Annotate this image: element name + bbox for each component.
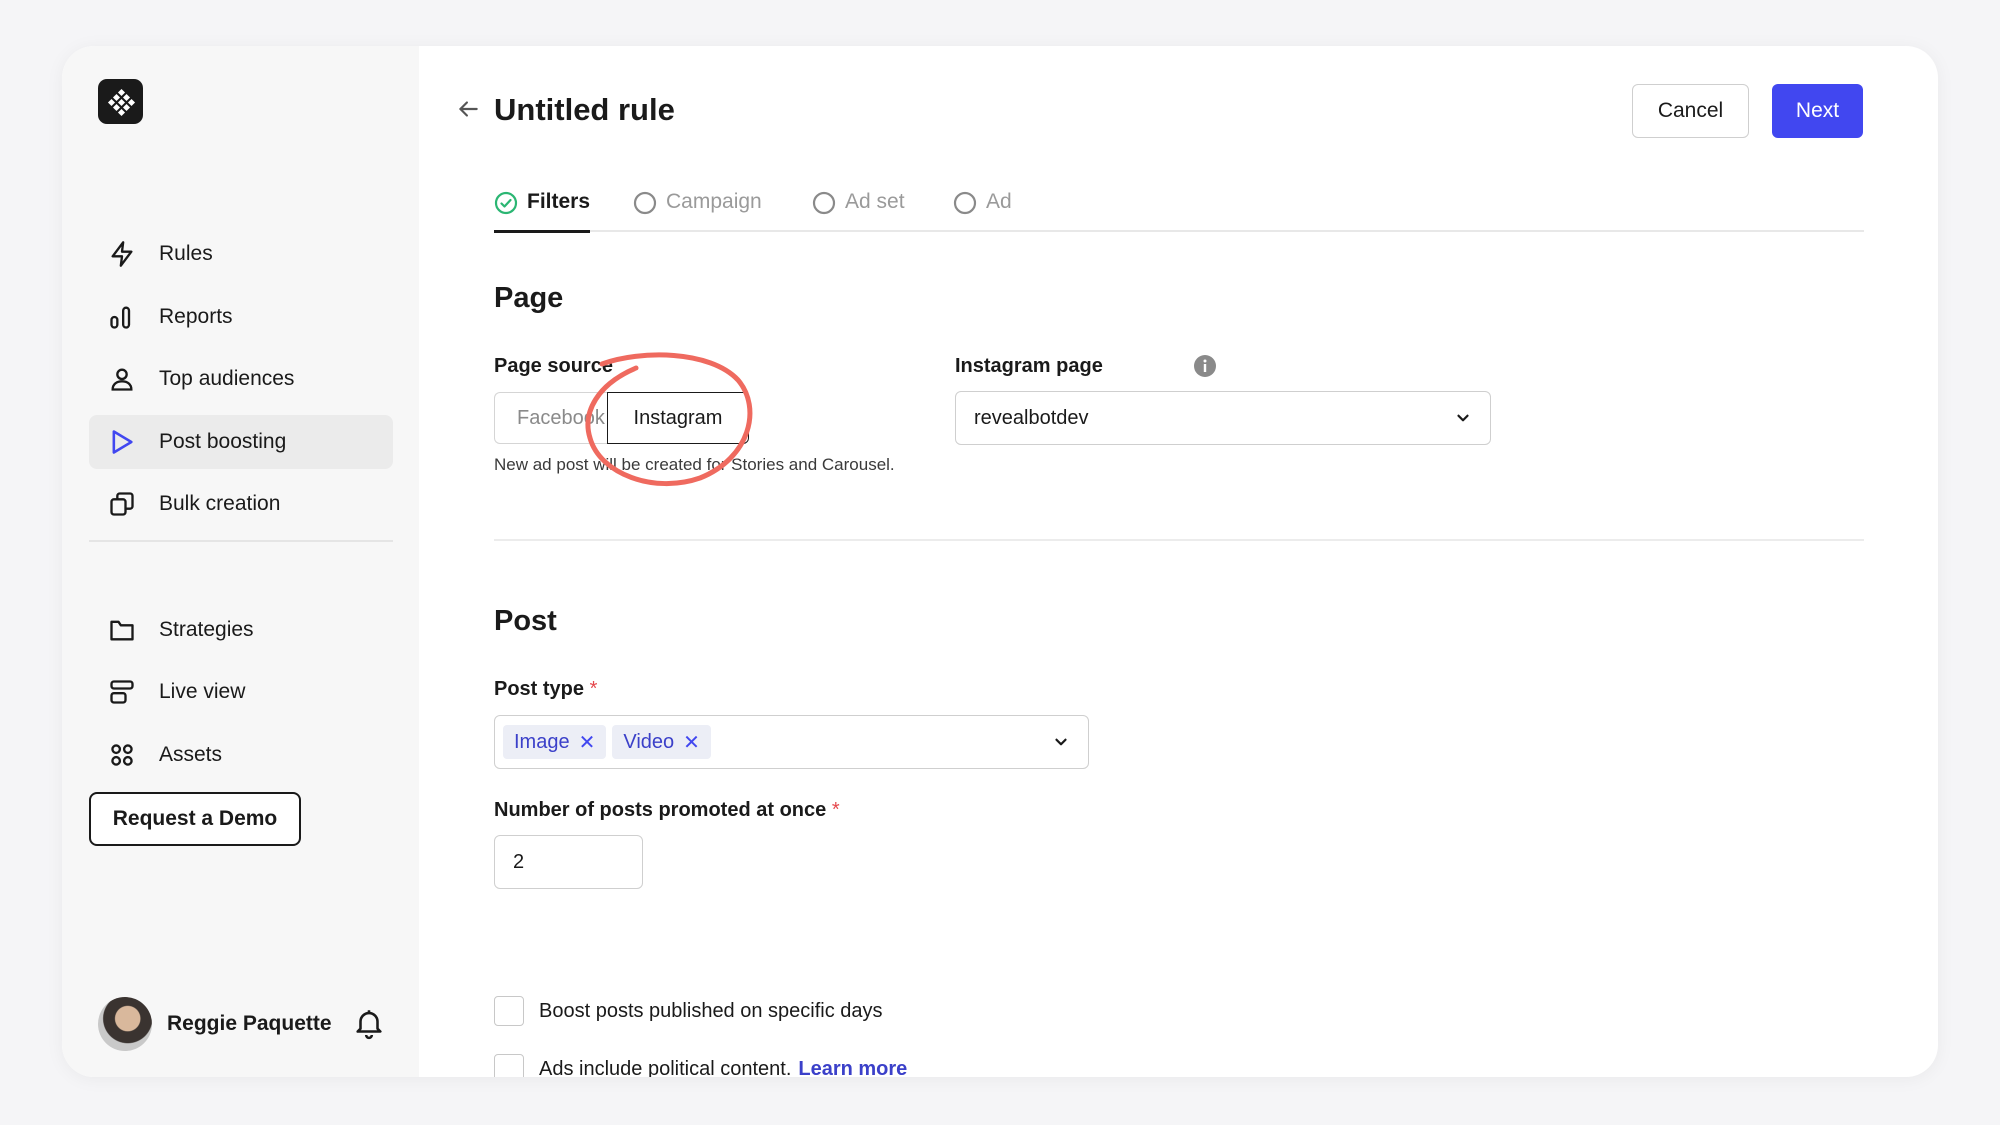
copy-icon <box>105 487 139 521</box>
live-view-icon <box>105 675 139 709</box>
required-mark: * <box>831 799 840 821</box>
sidebar-item-label: Strategies <box>159 618 254 641</box>
back-arrow-icon[interactable] <box>455 96 481 122</box>
sidebar-item-top-audiences[interactable]: Top audiences <box>89 352 393 406</box>
tab-label: Ad set <box>845 190 905 213</box>
sidebar-item-label: Live view <box>159 680 246 703</box>
posts-count-label: Number of posts promoted at once * <box>494 799 840 822</box>
sidebar-item-label: Bulk creation <box>159 492 281 515</box>
tab-label: Campaign <box>666 190 762 213</box>
tab-label: Filters <box>527 190 591 213</box>
avatar[interactable] <box>98 997 152 1051</box>
page-title: Untitled rule <box>494 92 675 127</box>
specific-days-option: Boost posts published on specific days <box>494 996 883 1026</box>
post-type-label-text: Post type <box>494 678 585 700</box>
posts-count-input[interactable] <box>494 835 643 889</box>
step-tabs: Filters Campaign Ad set Ad <box>494 190 1864 233</box>
specific-days-label: Boost posts published on specific days <box>539 999 883 1022</box>
section-title-page: Page <box>494 282 564 314</box>
sidebar-item-reports[interactable]: Reports <box>89 290 393 344</box>
close-icon[interactable]: ✕ <box>683 730 700 755</box>
political-content-option: Ads include political content. Learn mor… <box>494 1054 907 1077</box>
sidebar: Rules Reports Top audiences Post boostin… <box>62 46 419 1077</box>
chevron-down-icon <box>1457 414 1469 422</box>
facebook-source-button[interactable]: Facebook <box>494 392 609 444</box>
sidebar-item-strategies[interactable]: Strategies <box>89 603 393 657</box>
posts-count-label-text: Number of posts promoted at once <box>494 799 827 821</box>
sidebar-item-label: Assets <box>159 743 223 766</box>
post-type-label: Post type * <box>494 678 597 701</box>
main-content: Untitled rule Cancel Next Filters Campai… <box>419 46 1938 1077</box>
next-button[interactable]: Next <box>1772 84 1863 138</box>
bar-chart-icon <box>105 300 139 334</box>
play-icon <box>105 425 139 459</box>
sidebar-item-rules[interactable]: Rules <box>89 227 393 281</box>
user-name: Reggie Paquette <box>167 1012 332 1035</box>
tag-label: Image <box>514 730 570 753</box>
section-title-post: Post <box>494 605 557 637</box>
user-profile[interactable]: Reggie Paquette <box>98 997 332 1051</box>
empty-circle-icon <box>633 191 657 215</box>
tab-filters[interactable]: Filters <box>494 190 591 233</box>
check-circle-icon <box>494 191 518 215</box>
tag-image: Image ✕ <box>503 725 607 759</box>
political-content-checkbox[interactable] <box>494 1054 524 1077</box>
instagram-page-value: revealbotdev <box>974 406 1089 429</box>
logo-icon[interactable] <box>98 79 143 124</box>
cancel-button[interactable]: Cancel <box>1632 84 1749 138</box>
tab-label: Ad <box>986 190 1012 213</box>
tab-ad-set[interactable]: Ad set <box>812 190 905 232</box>
sidebar-item-live-view[interactable]: Live view <box>89 665 393 719</box>
political-content-label: Ads include political content. <box>539 1057 792 1078</box>
tag-label: Video <box>623 730 675 753</box>
bell-icon[interactable] <box>352 1006 386 1040</box>
page-source-help-text: New ad post will be created for Stories … <box>494 455 895 474</box>
folder-icon <box>105 613 139 647</box>
sidebar-item-bulk-creation[interactable]: Bulk creation <box>89 477 393 531</box>
sidebar-divider <box>89 540 393 542</box>
sidebar-item-label: Top audiences <box>159 367 295 390</box>
person-icon <box>105 362 139 396</box>
sidebar-item-assets[interactable]: Assets <box>89 728 393 782</box>
app-window: Rules Reports Top audiences Post boostin… <box>62 46 1938 1077</box>
instagram-page-select[interactable]: revealbotdev <box>955 391 1491 445</box>
specific-days-checkbox[interactable] <box>494 996 524 1026</box>
instagram-page-label: Instagram page <box>955 355 1103 377</box>
chevron-down-icon <box>1055 738 1067 746</box>
sidebar-item-label: Reports <box>159 305 233 328</box>
info-icon[interactable] <box>1194 355 1216 377</box>
grid-icon <box>105 738 139 772</box>
request-demo-button[interactable]: Request a Demo <box>89 792 301 846</box>
post-type-select[interactable]: Image ✕ Video ✕ <box>494 715 1089 769</box>
sidebar-item-label: Post boosting <box>159 430 287 453</box>
empty-circle-icon <box>953 191 977 215</box>
close-icon[interactable]: ✕ <box>579 730 596 755</box>
tag-video: Video ✕ <box>612 725 711 759</box>
sidebar-item-post-boosting[interactable]: Post boosting <box>89 415 393 469</box>
instagram-source-button[interactable]: Instagram <box>607 392 749 444</box>
empty-circle-icon <box>812 191 836 215</box>
tab-ad[interactable]: Ad <box>953 190 1012 232</box>
sidebar-item-label: Rules <box>159 242 213 265</box>
required-mark: * <box>589 678 598 700</box>
page-source-label: Page source <box>494 355 613 377</box>
section-divider <box>494 539 1864 541</box>
lightning-icon <box>105 237 139 271</box>
learn-more-link[interactable]: Learn more <box>798 1058 907 1078</box>
tab-campaign[interactable]: Campaign <box>633 190 762 232</box>
